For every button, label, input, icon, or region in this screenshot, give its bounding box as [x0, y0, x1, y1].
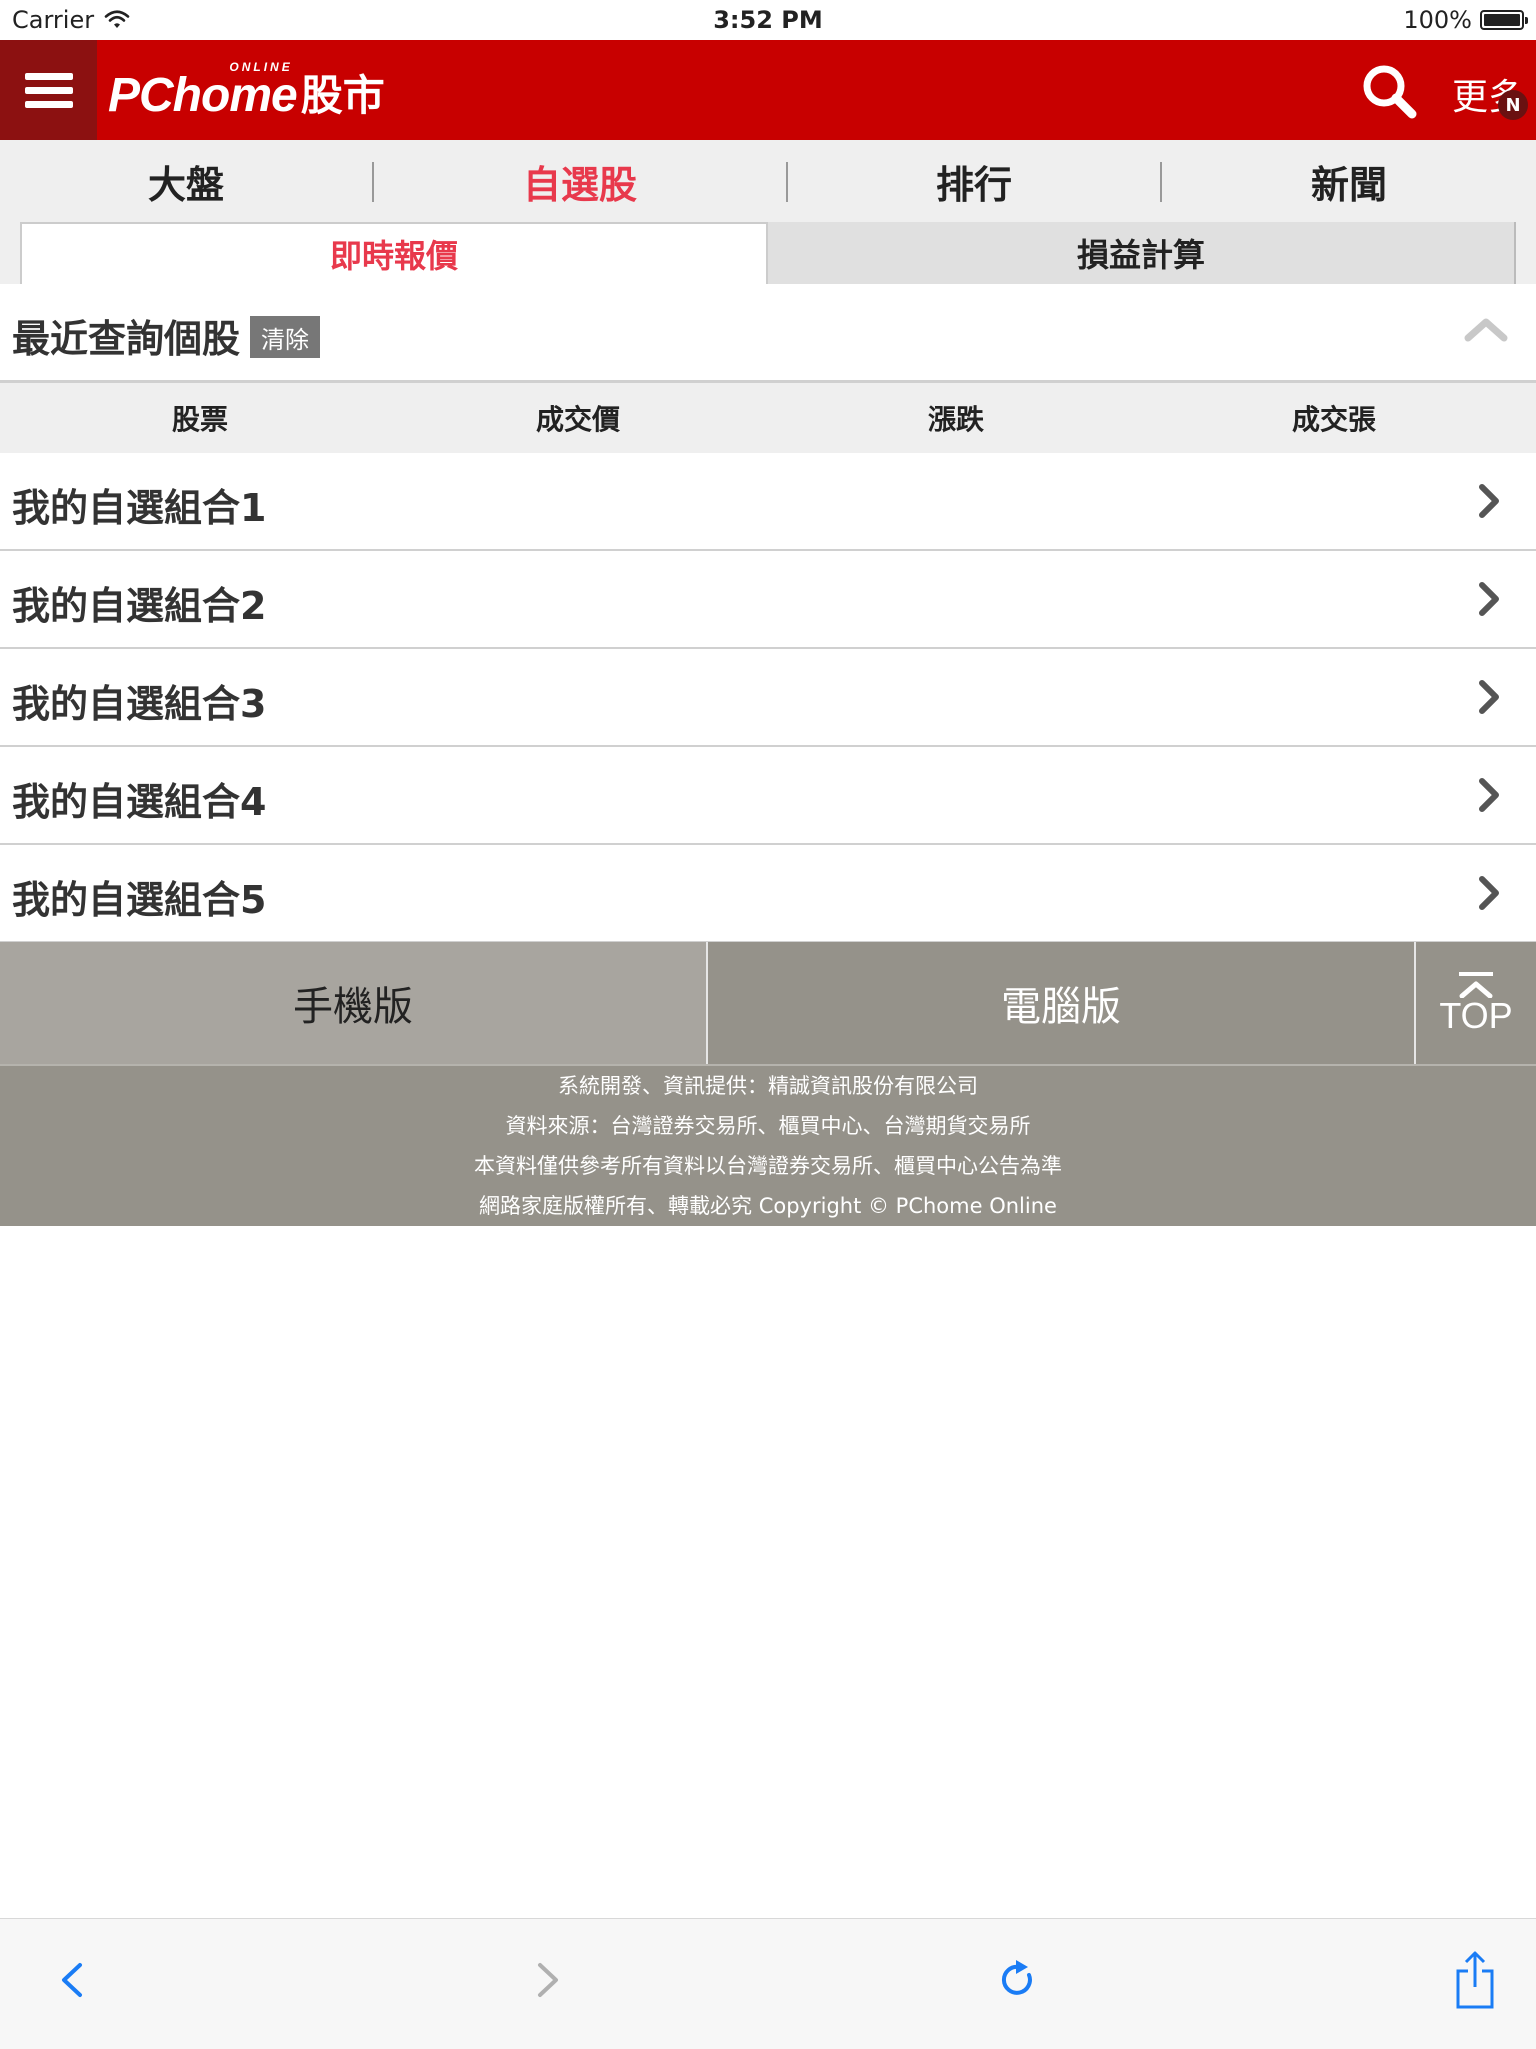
watchlist-group[interactable]: 我的自選組合5: [0, 845, 1536, 943]
footer-developer: 系統開發、資訊提供：精誠資訊股份有限公司: [558, 1074, 978, 1098]
watchlist-group[interactable]: 我的自選組合4: [0, 747, 1536, 845]
group-label: 我的自選組合2: [12, 584, 267, 628]
footer-source: 資料來源：台灣證券交易所、櫃買中心、台灣期貨交易所: [505, 1114, 1031, 1138]
column-volume: 成交張: [1291, 403, 1376, 436]
group-label: 我的自選組合5: [12, 878, 267, 922]
hamburger-icon: [24, 66, 73, 115]
logo-stock: 股市: [300, 71, 385, 120]
browser-toolbar: [0, 1918, 1536, 2049]
recent-section: 最近查詢個股 清除: [0, 284, 1536, 383]
clock: 3:52 PM: [713, 6, 823, 34]
chevron-up-icon[interactable]: [1462, 314, 1510, 344]
battery-percent: 100%: [1403, 6, 1472, 34]
share-icon[interactable]: [1452, 1949, 1498, 2011]
group-label: 我的自選組合4: [12, 780, 267, 824]
chevron-right-icon: [1479, 778, 1499, 812]
watchlist-group[interactable]: 我的自選組合1: [0, 453, 1536, 551]
watchlist-group[interactable]: 我的自選組合3: [0, 649, 1536, 747]
chevron-right-icon: [1479, 484, 1499, 518]
top-label: TOP: [1439, 995, 1513, 1036]
status-bar: Carrier 3:52 PM 100%: [0, 0, 1536, 40]
footer-copyright: 網路家庭版權所有、轉載必究 Copyright © PChome Online: [479, 1194, 1057, 1218]
tab-news[interactable]: 新聞: [1162, 140, 1536, 222]
clear-button[interactable]: 清除: [250, 316, 320, 358]
reload-icon[interactable]: [996, 1955, 1042, 2005]
notification-badge: N: [1498, 90, 1528, 120]
logo[interactable]: PChome ONLINE 股市: [108, 60, 385, 123]
footer-info: 系統開發、資訊提供：精誠資訊股份有限公司 資料來源：台灣證券交易所、櫃買中心、台…: [0, 1064, 1536, 1226]
search-icon[interactable]: [1360, 62, 1420, 122]
group-label: 我的自選組合3: [12, 682, 267, 726]
battery-icon: [1480, 10, 1528, 30]
app-header: PChome ONLINE 股市 更多 N: [0, 40, 1536, 140]
tab-ranking[interactable]: 排行: [788, 140, 1160, 222]
back-icon[interactable]: [56, 1955, 86, 2005]
back-to-top-button[interactable]: TOP: [1416, 942, 1536, 1064]
column-stock: 股票: [171, 403, 228, 436]
desktop-version-button[interactable]: 電腦版: [708, 942, 1414, 1064]
recent-title: 最近查詢個股: [12, 317, 241, 361]
menu-button[interactable]: [0, 40, 97, 140]
main-tabs: 大盤 自選股 排行 新聞: [0, 140, 1536, 222]
logo-pchome: PChome ONLINE: [108, 60, 298, 122]
tab-market[interactable]: 大盤: [0, 140, 372, 222]
logo-online: ONLINE: [229, 60, 293, 74]
group-label: 我的自選組合1: [12, 486, 267, 530]
footer-buttons: 手機版 電腦版 TOP: [0, 942, 1536, 1064]
chevron-right-icon: [1479, 582, 1499, 616]
tab-watchlist[interactable]: 自選股: [374, 140, 786, 222]
footer-disclaimer: 本資料僅供參考所有資料以台灣證券交易所、櫃買中心公告為準: [474, 1154, 1062, 1178]
mobile-version-button[interactable]: 手機版: [0, 942, 706, 1064]
subtab-realtime-quote[interactable]: 即時報價: [20, 222, 768, 284]
chevron-right-icon: [1479, 680, 1499, 714]
column-headers: 股票 成交價 漲跌 成交張: [0, 383, 1536, 454]
sub-tabs: 即時報價 損益計算: [0, 222, 1536, 284]
column-change: 漲跌: [927, 403, 984, 436]
status-right: 100%: [1403, 6, 1528, 34]
forward-icon[interactable]: [534, 1955, 564, 2005]
top-bar-icon: [1459, 972, 1493, 976]
subtab-profit-calc[interactable]: 損益計算: [768, 222, 1516, 284]
watchlist-group[interactable]: 我的自選組合2: [0, 551, 1536, 649]
chevron-right-icon: [1479, 876, 1499, 910]
column-price: 成交價: [535, 403, 620, 436]
